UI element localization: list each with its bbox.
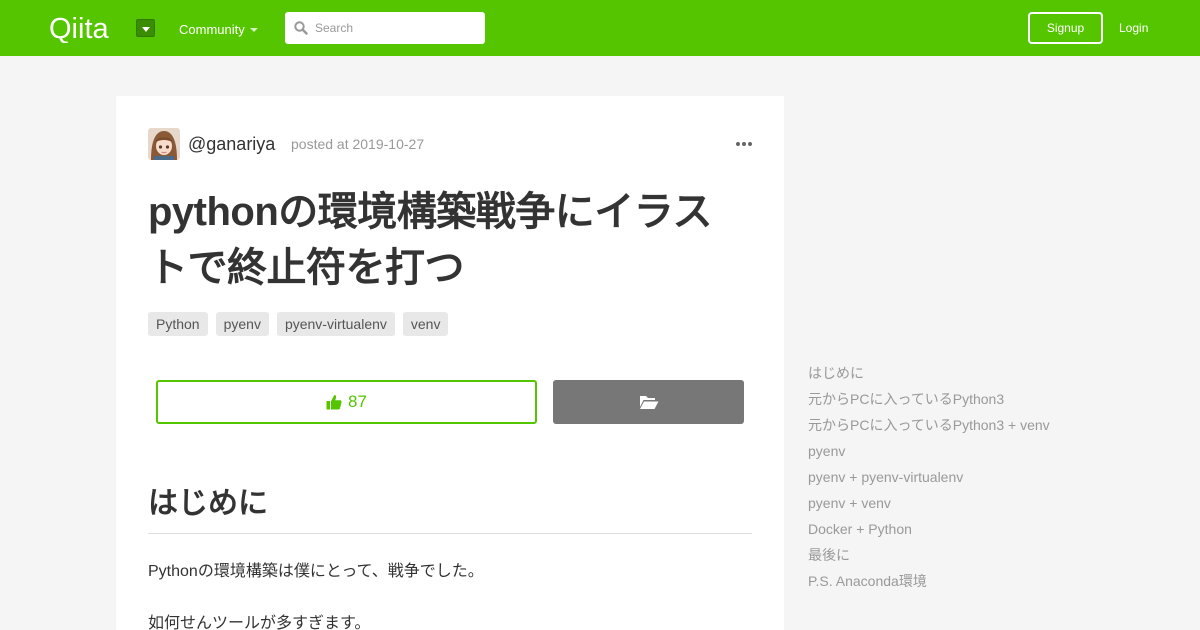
stock-button[interactable] xyxy=(553,380,744,424)
section-heading: はじめに xyxy=(148,487,268,520)
toc-item[interactable]: はじめに xyxy=(808,364,1050,390)
qiita-logo[interactable]: Qiita xyxy=(49,13,126,43)
tag-python[interactable]: Python xyxy=(148,312,208,336)
toc-item[interactable]: 最後に xyxy=(808,546,1050,572)
search-icon xyxy=(294,21,308,35)
login-link[interactable]: Login xyxy=(1119,20,1148,36)
article-title: pythonの環境構築戦争にイラストで終止符を打つ xyxy=(148,190,713,290)
thumbs-up-icon xyxy=(326,395,342,410)
toc-item[interactable]: pyenv xyxy=(808,442,1050,468)
signup-button[interactable]: Signup xyxy=(1028,12,1103,44)
toc-item[interactable]: 元からPCに入っているPython3 + venv xyxy=(808,416,1050,442)
article-card: @ganariya posted at 2019-10-27 pythonの環境… xyxy=(116,96,784,630)
toc-item[interactable]: Docker + Python xyxy=(808,520,1050,546)
table-of-contents: はじめに 元からPCに入っているPython3 元からPCに入っているPytho… xyxy=(808,364,1050,598)
top-navbar: Qiita Community Signup Login xyxy=(0,0,1200,56)
like-button[interactable]: 87 xyxy=(156,380,537,424)
logo-dropdown-button[interactable] xyxy=(136,19,155,37)
search-box[interactable] xyxy=(285,12,485,44)
tag-pyenv-virtualenv[interactable]: pyenv-virtualenv xyxy=(276,312,395,336)
posted-date: posted at 2019-10-27 xyxy=(291,136,425,152)
chevron-down-icon xyxy=(250,28,258,32)
community-menu[interactable]: Community xyxy=(179,22,245,38)
toc-item[interactable]: pyenv + pyenv-virtualenv xyxy=(808,468,1050,494)
more-options-icon[interactable] xyxy=(736,142,752,146)
svg-text:Qiita: Qiita xyxy=(49,13,110,43)
avatar[interactable] xyxy=(148,128,180,160)
heading-divider xyxy=(148,533,752,534)
paragraph: Pythonの環境構築は僕にとって、戦争でした。 xyxy=(148,563,484,580)
toc-item[interactable]: P.S. Anaconda環境 xyxy=(808,572,1050,598)
toc-item[interactable]: 元からPCに入っているPython3 xyxy=(808,390,1050,416)
tag-list: Python pyenv pyenv-virtualenv venv xyxy=(148,312,449,336)
search-input[interactable] xyxy=(315,12,480,44)
toc-item[interactable]: pyenv + venv xyxy=(808,494,1050,520)
tag-pyenv[interactable]: pyenv xyxy=(215,312,269,336)
author-name[interactable]: @ganariya xyxy=(188,133,275,155)
paragraph: 如何せんツールが多すぎます。 xyxy=(148,615,371,630)
tag-venv[interactable]: venv xyxy=(402,312,449,336)
folder-open-icon xyxy=(639,396,658,409)
like-count: 87 xyxy=(348,392,367,411)
